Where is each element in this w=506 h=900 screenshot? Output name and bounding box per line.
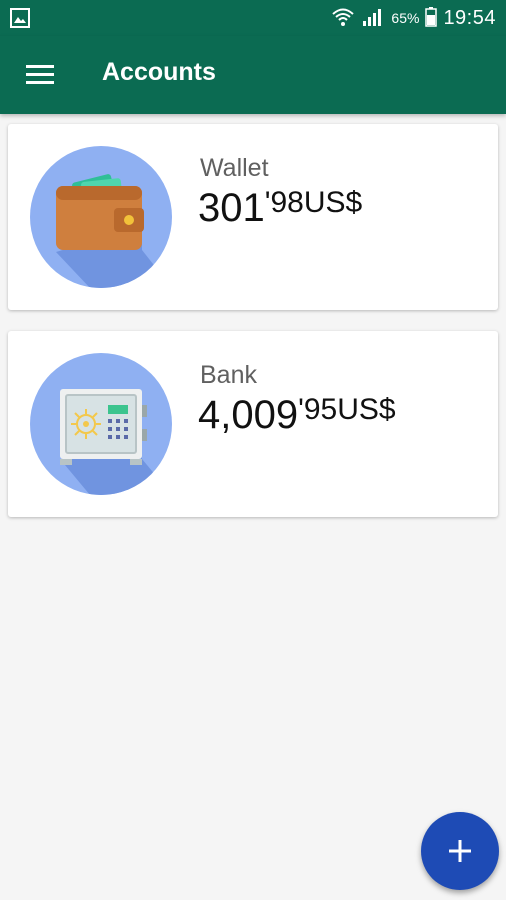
- balance-decimal: '95: [298, 393, 338, 426]
- balance-integer: 4,009: [198, 393, 299, 437]
- menu-icon: [26, 65, 54, 84]
- account-card-bank[interactable]: Bank 4,009'95US$: [8, 331, 498, 517]
- battery-icon: [425, 6, 438, 30]
- wifi-icon: [331, 6, 355, 31]
- add-icon: [449, 840, 471, 862]
- account-card-wallet[interactable]: Wallet 301'98US$: [8, 124, 498, 310]
- battery-percent: 65%: [391, 10, 420, 26]
- balance-currency: US$: [303, 186, 363, 219]
- app-bar: Accounts: [0, 36, 506, 114]
- account-name: Bank: [200, 361, 257, 389]
- account-balance: 301'98US$: [198, 186, 362, 231]
- menu-button[interactable]: [20, 56, 60, 94]
- account-balance: 4,009'95US$: [198, 393, 396, 438]
- account-name: Wallet: [200, 154, 269, 182]
- gallery-notification-icon: [10, 8, 30, 33]
- status-time: 19:54: [443, 6, 496, 29]
- wallet-icon: [30, 146, 172, 288]
- page-title: Accounts: [102, 58, 216, 86]
- balance-currency: US$: [337, 393, 396, 426]
- balance-integer: 301: [198, 186, 265, 230]
- status-bar: 65% 19:54: [0, 0, 506, 36]
- balance-decimal: '98: [264, 186, 304, 219]
- signal-icon: [361, 7, 385, 30]
- safe-icon: [30, 353, 172, 495]
- add-account-button[interactable]: [421, 812, 499, 890]
